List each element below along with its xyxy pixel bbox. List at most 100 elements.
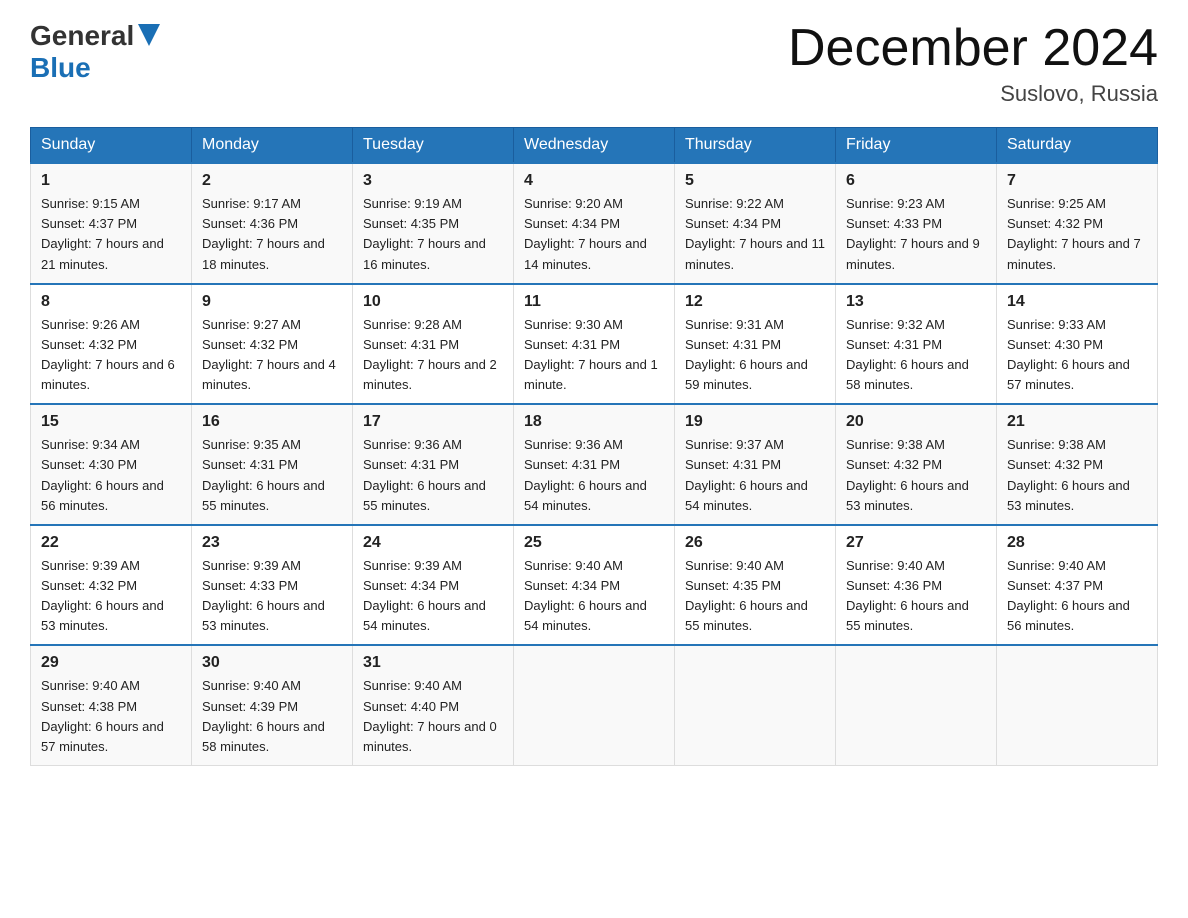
calendar-cell: 28 Sunrise: 9:40 AMSunset: 4:37 PMDaylig… — [997, 525, 1158, 646]
calendar-cell: 2 Sunrise: 9:17 AMSunset: 4:36 PMDayligh… — [192, 163, 353, 284]
day-info: Sunrise: 9:30 AMSunset: 4:31 PMDaylight:… — [524, 317, 658, 392]
calendar-cell: 19 Sunrise: 9:37 AMSunset: 4:31 PMDaylig… — [675, 404, 836, 525]
day-info: Sunrise: 9:32 AMSunset: 4:31 PMDaylight:… — [846, 317, 969, 392]
day-info: Sunrise: 9:38 AMSunset: 4:32 PMDaylight:… — [846, 437, 969, 512]
day-number: 11 — [524, 293, 664, 311]
page-title: December 2024 — [788, 20, 1158, 77]
calendar-cell: 15 Sunrise: 9:34 AMSunset: 4:30 PMDaylig… — [31, 404, 192, 525]
logo-text-general: General — [30, 20, 134, 52]
day-number: 28 — [1007, 534, 1147, 552]
day-info: Sunrise: 9:26 AMSunset: 4:32 PMDaylight:… — [41, 317, 175, 392]
day-info: Sunrise: 9:25 AMSunset: 4:32 PMDaylight:… — [1007, 196, 1141, 271]
calendar-cell: 21 Sunrise: 9:38 AMSunset: 4:32 PMDaylig… — [997, 404, 1158, 525]
calendar-cell: 29 Sunrise: 9:40 AMSunset: 4:38 PMDaylig… — [31, 645, 192, 765]
week-row-3: 15 Sunrise: 9:34 AMSunset: 4:30 PMDaylig… — [31, 404, 1158, 525]
day-number: 7 — [1007, 172, 1147, 190]
day-number: 23 — [202, 534, 342, 552]
calendar-cell: 23 Sunrise: 9:39 AMSunset: 4:33 PMDaylig… — [192, 525, 353, 646]
calendar-cell: 13 Sunrise: 9:32 AMSunset: 4:31 PMDaylig… — [836, 284, 997, 405]
calendar-cell: 26 Sunrise: 9:40 AMSunset: 4:35 PMDaylig… — [675, 525, 836, 646]
day-info: Sunrise: 9:40 AMSunset: 4:35 PMDaylight:… — [685, 558, 808, 633]
page-subtitle: Suslovo, Russia — [788, 81, 1158, 107]
day-info: Sunrise: 9:37 AMSunset: 4:31 PMDaylight:… — [685, 437, 808, 512]
day-info: Sunrise: 9:40 AMSunset: 4:39 PMDaylight:… — [202, 678, 325, 753]
header-sunday: Sunday — [31, 128, 192, 164]
calendar-cell — [836, 645, 997, 765]
page-header: General Blue December 2024 Suslovo, Russ… — [30, 20, 1158, 107]
calendar-cell: 3 Sunrise: 9:19 AMSunset: 4:35 PMDayligh… — [353, 163, 514, 284]
day-info: Sunrise: 9:39 AMSunset: 4:32 PMDaylight:… — [41, 558, 164, 633]
day-number: 8 — [41, 293, 181, 311]
day-info: Sunrise: 9:35 AMSunset: 4:31 PMDaylight:… — [202, 437, 325, 512]
day-info: Sunrise: 9:38 AMSunset: 4:32 PMDaylight:… — [1007, 437, 1130, 512]
day-number: 22 — [41, 534, 181, 552]
calendar-cell: 24 Sunrise: 9:39 AMSunset: 4:34 PMDaylig… — [353, 525, 514, 646]
day-info: Sunrise: 9:20 AMSunset: 4:34 PMDaylight:… — [524, 196, 647, 271]
calendar-cell: 11 Sunrise: 9:30 AMSunset: 4:31 PMDaylig… — [514, 284, 675, 405]
day-number: 26 — [685, 534, 825, 552]
logo-text-blue: Blue — [30, 52, 91, 83]
calendar-cell: 10 Sunrise: 9:28 AMSunset: 4:31 PMDaylig… — [353, 284, 514, 405]
calendar-body: 1 Sunrise: 9:15 AMSunset: 4:37 PMDayligh… — [31, 163, 1158, 765]
day-info: Sunrise: 9:40 AMSunset: 4:36 PMDaylight:… — [846, 558, 969, 633]
day-info: Sunrise: 9:33 AMSunset: 4:30 PMDaylight:… — [1007, 317, 1130, 392]
week-row-5: 29 Sunrise: 9:40 AMSunset: 4:38 PMDaylig… — [31, 645, 1158, 765]
header-tuesday: Tuesday — [353, 128, 514, 164]
day-number: 10 — [363, 293, 503, 311]
header-saturday: Saturday — [997, 128, 1158, 164]
day-info: Sunrise: 9:40 AMSunset: 4:40 PMDaylight:… — [363, 678, 497, 753]
calendar-cell: 8 Sunrise: 9:26 AMSunset: 4:32 PMDayligh… — [31, 284, 192, 405]
day-info: Sunrise: 9:36 AMSunset: 4:31 PMDaylight:… — [524, 437, 647, 512]
day-number: 16 — [202, 413, 342, 431]
day-info: Sunrise: 9:36 AMSunset: 4:31 PMDaylight:… — [363, 437, 486, 512]
day-number: 15 — [41, 413, 181, 431]
day-info: Sunrise: 9:22 AMSunset: 4:34 PMDaylight:… — [685, 196, 825, 271]
week-row-1: 1 Sunrise: 9:15 AMSunset: 4:37 PMDayligh… — [31, 163, 1158, 284]
calendar-cell: 9 Sunrise: 9:27 AMSunset: 4:32 PMDayligh… — [192, 284, 353, 405]
day-info: Sunrise: 9:40 AMSunset: 4:38 PMDaylight:… — [41, 678, 164, 753]
day-number: 27 — [846, 534, 986, 552]
day-number: 4 — [524, 172, 664, 190]
logo: General Blue — [30, 20, 160, 84]
day-number: 20 — [846, 413, 986, 431]
day-number: 14 — [1007, 293, 1147, 311]
day-info: Sunrise: 9:31 AMSunset: 4:31 PMDaylight:… — [685, 317, 808, 392]
calendar-cell: 6 Sunrise: 9:23 AMSunset: 4:33 PMDayligh… — [836, 163, 997, 284]
week-row-4: 22 Sunrise: 9:39 AMSunset: 4:32 PMDaylig… — [31, 525, 1158, 646]
calendar-cell — [675, 645, 836, 765]
calendar-cell: 7 Sunrise: 9:25 AMSunset: 4:32 PMDayligh… — [997, 163, 1158, 284]
day-number: 21 — [1007, 413, 1147, 431]
day-info: Sunrise: 9:34 AMSunset: 4:30 PMDaylight:… — [41, 437, 164, 512]
calendar-cell: 20 Sunrise: 9:38 AMSunset: 4:32 PMDaylig… — [836, 404, 997, 525]
header-row: SundayMondayTuesdayWednesdayThursdayFrid… — [31, 128, 1158, 164]
calendar-cell — [514, 645, 675, 765]
day-info: Sunrise: 9:40 AMSunset: 4:37 PMDaylight:… — [1007, 558, 1130, 633]
logo-triangle-icon — [138, 24, 160, 46]
day-number: 19 — [685, 413, 825, 431]
title-section: December 2024 Suslovo, Russia — [788, 20, 1158, 107]
day-number: 5 — [685, 172, 825, 190]
day-number: 2 — [202, 172, 342, 190]
calendar-header: SundayMondayTuesdayWednesdayThursdayFrid… — [31, 128, 1158, 164]
day-info: Sunrise: 9:28 AMSunset: 4:31 PMDaylight:… — [363, 317, 497, 392]
day-info: Sunrise: 9:39 AMSunset: 4:33 PMDaylight:… — [202, 558, 325, 633]
header-monday: Monday — [192, 128, 353, 164]
calendar-cell — [997, 645, 1158, 765]
calendar-cell: 18 Sunrise: 9:36 AMSunset: 4:31 PMDaylig… — [514, 404, 675, 525]
calendar-cell: 27 Sunrise: 9:40 AMSunset: 4:36 PMDaylig… — [836, 525, 997, 646]
day-number: 12 — [685, 293, 825, 311]
day-info: Sunrise: 9:27 AMSunset: 4:32 PMDaylight:… — [202, 317, 336, 392]
day-number: 1 — [41, 172, 181, 190]
day-number: 24 — [363, 534, 503, 552]
header-thursday: Thursday — [675, 128, 836, 164]
calendar-cell: 25 Sunrise: 9:40 AMSunset: 4:34 PMDaylig… — [514, 525, 675, 646]
day-info: Sunrise: 9:40 AMSunset: 4:34 PMDaylight:… — [524, 558, 647, 633]
day-number: 30 — [202, 654, 342, 672]
calendar-table: SundayMondayTuesdayWednesdayThursdayFrid… — [30, 127, 1158, 766]
day-number: 25 — [524, 534, 664, 552]
day-number: 3 — [363, 172, 503, 190]
header-wednesday: Wednesday — [514, 128, 675, 164]
calendar-cell: 30 Sunrise: 9:40 AMSunset: 4:39 PMDaylig… — [192, 645, 353, 765]
day-info: Sunrise: 9:23 AMSunset: 4:33 PMDaylight:… — [846, 196, 980, 271]
day-number: 29 — [41, 654, 181, 672]
